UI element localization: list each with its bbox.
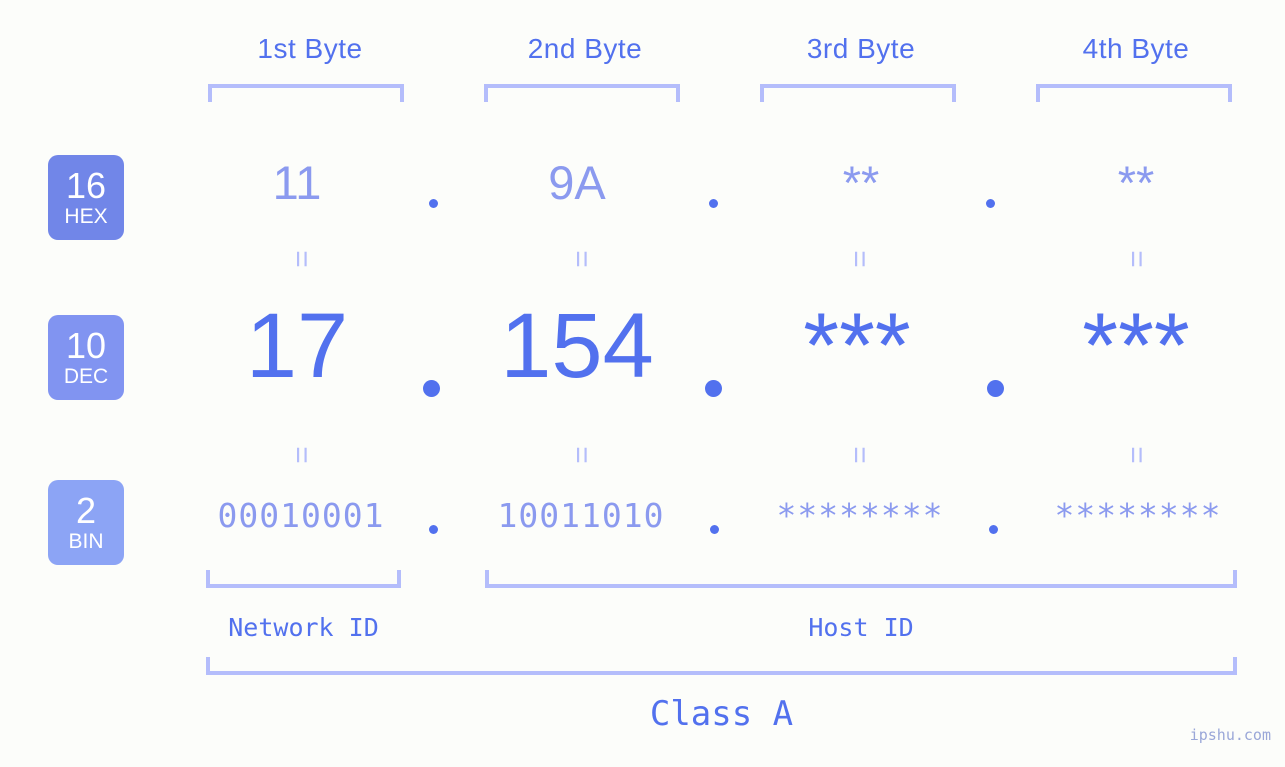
class-bracket (206, 657, 1237, 675)
bin-byte-4: ******** (1054, 496, 1222, 535)
equals-mark-dec-bin-3: = (843, 446, 876, 464)
byte-header-4: 4th Byte (1082, 33, 1190, 64)
byte-bracket-top-1 (208, 84, 404, 102)
radix-badge-bin-name: BIN (68, 530, 104, 553)
class-label: Class A (649, 694, 794, 734)
ip-breakdown-diagram: 1st Byte 2nd Byte 3rd Byte 4th Byte 16 H… (0, 0, 1285, 767)
equals-mark-dec-bin-1: = (285, 446, 318, 464)
radix-badge-dec-name: DEC (63, 365, 109, 388)
site-watermark: ipshu.com (1189, 726, 1271, 744)
radix-badge-bin-number: 2 (75, 490, 97, 531)
radix-badge-bin: 2 BIN (48, 480, 124, 565)
bin-byte-3: ******** (776, 496, 944, 535)
network-id-bracket (206, 570, 401, 588)
equals-mark-dec-bin-4: = (1120, 446, 1153, 464)
hex-separator-dot-2 (709, 199, 718, 208)
byte-bracket-top-4 (1036, 84, 1232, 102)
radix-badge-hex-number: 16 (65, 165, 107, 206)
dec-separator-dot-3 (987, 380, 1004, 397)
host-id-label: Host ID (808, 613, 914, 642)
bin-byte-2: 10011010 (497, 496, 665, 535)
bin-byte-1: 00010001 (217, 496, 385, 535)
hex-separator-dot-3 (986, 199, 995, 208)
bin-separator-dot-3 (989, 525, 998, 534)
dec-separator-dot-2 (705, 380, 722, 397)
byte-header-3: 3rd Byte (806, 33, 916, 64)
dec-separator-dot-1 (423, 380, 440, 397)
radix-badge-hex-name: HEX (64, 205, 108, 228)
radix-badge-hex: 16 HEX (48, 155, 124, 240)
network-id-label: Network ID (228, 613, 379, 642)
bin-separator-dot-1 (429, 525, 438, 534)
byte-bracket-top-3 (760, 84, 956, 102)
bin-separator-dot-2 (710, 525, 719, 534)
hex-separator-dot-1 (429, 199, 438, 208)
byte-header-2: 2nd Byte (527, 33, 643, 64)
radix-badge-dec-number: 10 (65, 325, 107, 366)
radix-badge-dec: 10 DEC (48, 315, 124, 400)
host-id-bracket (485, 570, 1237, 588)
byte-bracket-top-2 (484, 84, 680, 102)
equals-mark-dec-bin-2: = (565, 446, 598, 464)
byte-header-1: 1st Byte (257, 33, 363, 64)
